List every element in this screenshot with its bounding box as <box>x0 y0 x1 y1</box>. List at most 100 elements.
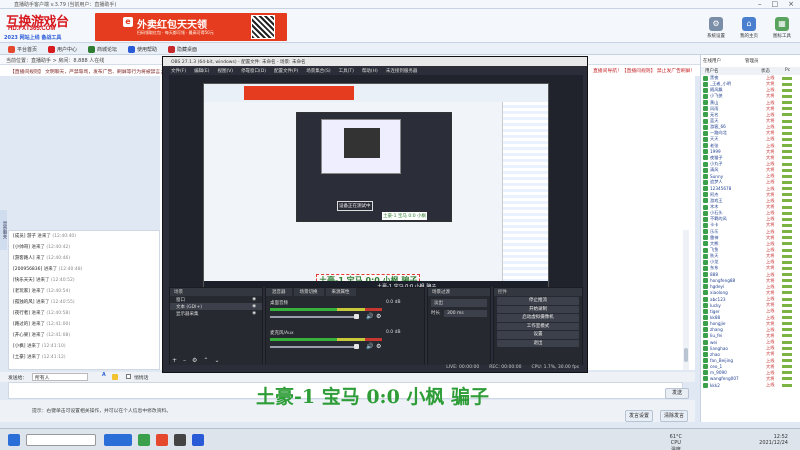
chat-scrollbar[interactable] <box>683 230 689 370</box>
obs-menu-item[interactable]: 未连接到服务器 <box>386 68 418 74</box>
chat-user[interactable]: [开心果] <box>13 333 30 338</box>
font-icon[interactable]: A <box>102 373 106 378</box>
control-button[interactable]: 设置 <box>497 331 579 339</box>
start-icon[interactable] <box>8 434 20 446</box>
chat-user[interactable]: [成员] 游子 <box>13 234 36 239</box>
user-row[interactable]: kkk2 上线 <box>701 382 800 388</box>
toolbar-help[interactable]: 使用帮助 <box>128 46 157 53</box>
volume-slider[interactable] <box>270 316 356 318</box>
control-button[interactable]: 退出 <box>497 339 579 347</box>
source-settings-icon[interactable]: ⚙ <box>192 357 197 364</box>
remove-source-icon[interactable]: – <box>183 357 186 364</box>
recipient-select[interactable]: 所有人 <box>32 373 88 381</box>
settings-button[interactable]: ⚙ 系统设置 <box>702 17 730 39</box>
user-avatar-icon <box>703 272 708 278</box>
visibility-eye-icon[interactable]: ◉ <box>252 304 256 309</box>
user-avatar-icon <box>703 382 708 388</box>
chat-user[interactable]: [200956836] <box>13 267 42 272</box>
whisper-checkbox[interactable] <box>126 374 131 379</box>
toolbar-user-center[interactable]: 用户中心 <box>48 46 77 53</box>
user-name: ceo_1 <box>710 364 723 370</box>
app2-icon[interactable] <box>192 434 204 446</box>
chat-text: 进来了 <box>31 322 45 327</box>
chat-user[interactable]: [游客路人] <box>13 256 35 261</box>
visibility-eye-icon[interactable]: ◉ <box>252 297 256 302</box>
control-button[interactable]: 工作室模式 <box>497 322 579 330</box>
obs-menu-item[interactable]: 工具(T) <box>339 68 354 74</box>
clock-date[interactable]: 2021/12/24 <box>759 440 788 446</box>
add-source-icon[interactable]: + <box>172 357 177 364</box>
visibility-eye-icon[interactable]: ◉ <box>252 311 256 316</box>
obs-menu-item[interactable]: 场景集合(S) <box>306 68 330 74</box>
control-button[interactable]: 停止推流 <box>497 297 579 305</box>
source-item[interactable]: 窗口 ◉ <box>170 296 262 303</box>
side-tab[interactable]: 显示聊天 <box>0 210 7 250</box>
taskbar-app-browser[interactable] <box>104 434 132 446</box>
obs-menu-item[interactable]: 文件(F) <box>171 68 186 74</box>
obs-icon[interactable] <box>174 434 186 446</box>
chat-user[interactable]: [小枫] <box>13 344 26 349</box>
user-level-bar <box>782 113 792 117</box>
maximize-icon[interactable]: □ <box>772 0 779 8</box>
mixer-tab[interactable]: 混音器 <box>266 288 292 296</box>
scrollbar-thumb[interactable] <box>684 348 688 362</box>
user-level-bar <box>782 383 792 387</box>
speaker-icon[interactable]: 🔊 <box>366 313 373 320</box>
control-button[interactable]: 开始录制 <box>497 305 579 313</box>
duration-input[interactable]: 300 ms <box>444 310 487 317</box>
move-up-icon[interactable]: ⌃ <box>203 357 208 364</box>
emoji-icon[interactable] <box>112 374 118 380</box>
chat-user[interactable]: [土豪] <box>13 355 26 360</box>
home-button[interactable]: ⌂ 我的主页 <box>735 17 763 39</box>
chat-user[interactable]: [夜行者] <box>13 311 30 316</box>
volume-slider[interactable] <box>270 346 356 348</box>
chat-user[interactable]: [孤独的风] <box>13 300 35 305</box>
ad-banner[interactable]: e 外卖红包天天领 扫码领取红包 · 每天都可领 · 最高可得50元 <box>95 13 287 41</box>
col-status[interactable]: 状态 <box>761 68 770 74</box>
tools-button[interactable]: ▦ 图标工具 <box>768 17 796 39</box>
gear-icon[interactable]: ⚙ <box>376 343 381 350</box>
minimize-icon[interactable]: – <box>758 0 762 8</box>
col-pc[interactable]: Pc <box>785 68 790 73</box>
site-logo[interactable]: 互换游戏台 HD.FXT365.COM 2023 网站上线 备战工具 <box>4 11 92 41</box>
col-username[interactable]: 用户名 <box>705 68 719 74</box>
transition-select[interactable]: 淡出 <box>431 299 487 307</box>
clear-chat-button[interactable]: 清除发言 <box>660 410 688 422</box>
obs-preview[interactable]: 设备正在测试中 土豪-1 宝马 0:0 小枫 土豪-1 宝马 0:0 小枫 骗子 <box>169 75 583 294</box>
ad-headline: 外卖红包天天领 <box>137 20 207 31</box>
close-icon[interactable]: × <box>788 0 794 8</box>
chat-user[interactable]: [老玩家] <box>13 289 30 294</box>
chat-settings-button[interactable]: 发言设置 <box>625 410 653 422</box>
app-icon[interactable] <box>156 434 168 446</box>
volume-knob[interactable] <box>354 314 359 319</box>
speaker-icon[interactable]: 🔊 <box>366 343 373 350</box>
tab-online-users[interactable]: 在线用户 <box>703 58 721 64</box>
mixer-tab[interactable]: 场景切换 <box>293 288 324 296</box>
obs-menu-item[interactable]: 配置文件(P) <box>274 68 298 74</box>
move-down-icon[interactable]: ⌄ <box>214 357 219 364</box>
mixer-tab[interactable]: 来源属性 <box>325 288 356 296</box>
control-button[interactable]: 启动虚拟摄像机 <box>497 314 579 322</box>
obs-menu-item[interactable]: 停靠窗口(D) <box>241 68 266 74</box>
wechat-icon[interactable] <box>138 434 150 446</box>
window-titlebar: 直播助手客户端 v.3.79 (当前用户：直播助手) – □ × <box>0 0 800 9</box>
source-item[interactable]: 文本 (GDI+) ◉ <box>170 303 262 310</box>
source-item[interactable]: 显示器采集 ◉ <box>170 310 262 317</box>
toolbar-home[interactable]: 平台首页 <box>8 46 37 53</box>
send-button[interactable]: 发送 <box>665 388 689 399</box>
chat-user[interactable]: [快乐天天] <box>13 278 35 283</box>
taskbar-search[interactable] <box>26 434 96 446</box>
toolbar-forum[interactable]: 商城论坛 <box>88 46 117 53</box>
tab-admins[interactable]: 管理员 <box>745 58 759 64</box>
chat-user[interactable]: [路过的] <box>13 322 30 327</box>
toolbar-hide-desktop[interactable]: 隐藏桌面 <box>168 46 197 53</box>
user-level-bar <box>782 371 792 375</box>
obs-menu-item[interactable]: 视图(V) <box>217 68 233 74</box>
obs-menu-item[interactable]: 帮助(H) <box>362 68 378 74</box>
gear-icon[interactable]: ⚙ <box>376 313 381 320</box>
user-level-bar <box>782 340 792 344</box>
volume-knob[interactable] <box>354 344 359 349</box>
chat-user[interactable]: [小帅哥] <box>13 245 30 250</box>
obs-menu-item[interactable]: 编辑(E) <box>194 68 209 74</box>
user-avatar-icon <box>703 284 708 290</box>
